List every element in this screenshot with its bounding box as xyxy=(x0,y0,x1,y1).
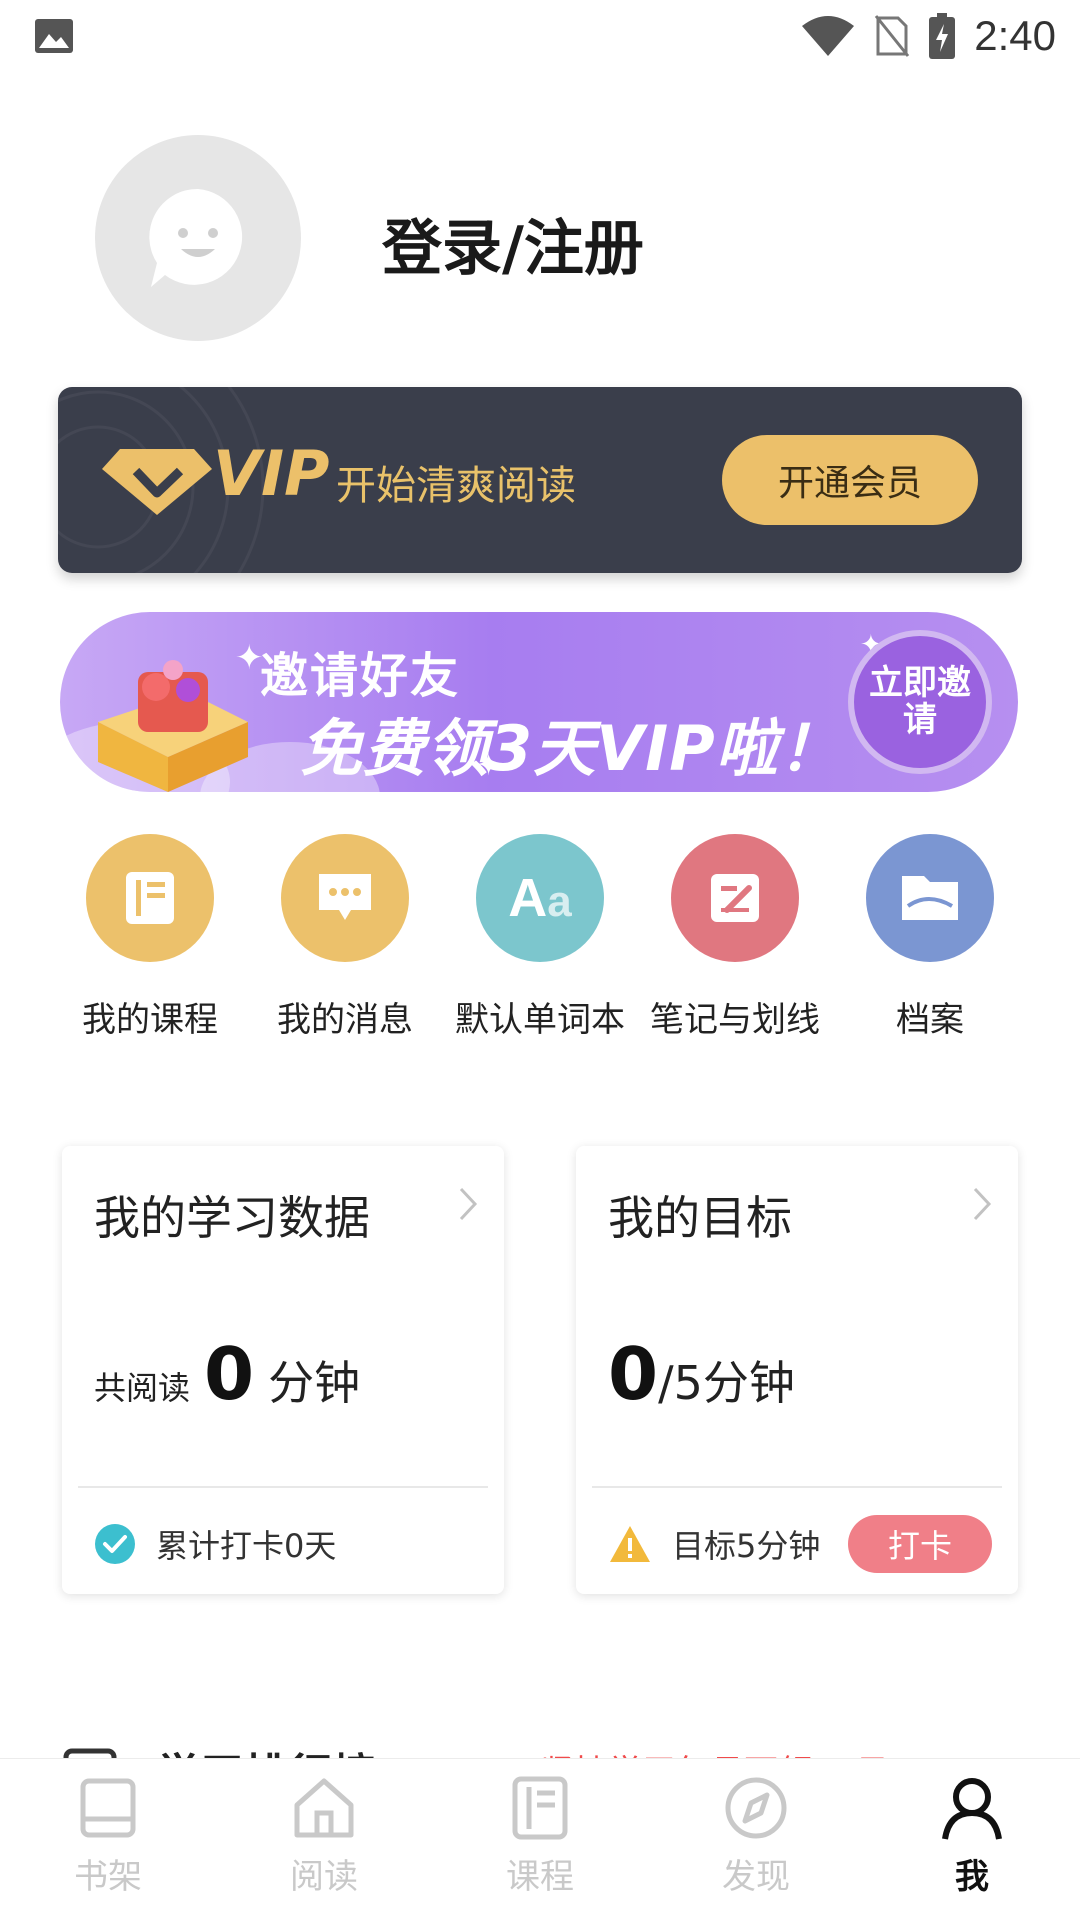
status-time: 2:40 xyxy=(974,12,1056,59)
course-icon xyxy=(86,834,214,962)
nav-label: 我 xyxy=(955,1857,989,1897)
checkin-summary: 累计打卡0天 xyxy=(94,1514,478,1574)
quick-menu: 我的课程 我的消息 Aa 默认单词本 笔记与划线 档案 xyxy=(0,834,1080,1054)
goal-progress: 0 /5分钟 xyxy=(608,1332,795,1416)
check-circle-icon xyxy=(95,1524,135,1564)
chevron-right-icon xyxy=(459,1187,478,1221)
home-icon xyxy=(294,1778,354,1838)
nav-bookshelf[interactable]: 书架 xyxy=(0,1773,216,1898)
open-membership-button[interactable]: 开通会员 xyxy=(722,435,978,525)
nav-label: 阅读 xyxy=(290,1857,358,1897)
wifi-icon xyxy=(802,16,855,56)
quick-label: 我的消息 xyxy=(277,1000,413,1040)
bottom-nav: 书架 阅读 课程 发现 我 xyxy=(0,1758,1080,1920)
quick-item-notes[interactable]: 笔记与划线 xyxy=(637,834,833,1041)
read-minutes-value: 0 xyxy=(204,1332,255,1416)
battery-charging-icon xyxy=(929,13,956,59)
vip-slogan: 开始清爽阅读 xyxy=(336,463,576,509)
study-data-card[interactable]: 我的学习数据 共阅读 0 分钟 累计打卡0天 xyxy=(62,1146,504,1594)
bookshelf-icon xyxy=(80,1778,136,1838)
nav-courses[interactable]: 课程 xyxy=(432,1773,648,1898)
gallery-notification-icon xyxy=(35,19,73,53)
login-register-link[interactable]: 登录/注册 xyxy=(382,200,644,287)
invite-subheadline: 免费领3天VIP啦！ xyxy=(300,712,842,785)
goal-current-value: 0 xyxy=(608,1332,659,1416)
archive-folder-icon xyxy=(866,834,994,962)
quick-item-my-messages[interactable]: 我的消息 xyxy=(247,834,443,1041)
vocabulary-icon: Aa xyxy=(476,834,604,962)
quick-item-vocabulary[interactable]: Aa 默认单词本 xyxy=(442,834,638,1041)
card-title: 我的目标 xyxy=(608,1191,792,1245)
vip-card[interactable]: VIP 开始清爽阅读 开通会员 xyxy=(58,387,1022,573)
quick-label: 笔记与划线 xyxy=(650,1000,820,1040)
quick-label: 默认单词本 xyxy=(455,1000,625,1040)
user-icon xyxy=(942,1778,1002,1840)
nav-discover[interactable]: 发现 xyxy=(648,1773,864,1898)
read-summary: 共阅读 0 分钟 xyxy=(94,1332,360,1416)
quick-item-my-courses[interactable]: 我的课程 xyxy=(52,834,248,1041)
nav-reading[interactable]: 阅读 xyxy=(216,1773,432,1898)
nav-label: 发现 xyxy=(722,1857,790,1897)
divider xyxy=(592,1486,1002,1488)
status-bar: 2:40 xyxy=(0,0,1080,72)
nav-label: 课程 xyxy=(506,1857,574,1897)
quick-label: 我的课程 xyxy=(82,1000,218,1040)
invite-now-button[interactable]: 立即邀请 xyxy=(848,630,992,774)
invite-friends-banner[interactable]: ✦ ✦ ✦ 邀请好友 免费领3天VIP啦！ 立即邀请 xyxy=(60,612,1018,792)
no-sim-icon xyxy=(875,15,910,57)
nav-label: 书架 xyxy=(74,1857,142,1897)
divider xyxy=(78,1486,488,1488)
course-icon xyxy=(512,1776,568,1840)
goal-minutes-text: 目标5分钟 xyxy=(672,1527,821,1565)
goal-footer: 目标5分钟 打卡 xyxy=(608,1514,992,1574)
goal-card[interactable]: 我的目标 0 /5分钟 目标5分钟 打卡 xyxy=(576,1146,1018,1594)
vip-logo-text: VIP xyxy=(213,437,330,510)
checkin-days-text: 累计打卡0天 xyxy=(156,1527,337,1565)
read-prefix: 共阅读 xyxy=(94,1369,191,1407)
quick-label: 档案 xyxy=(896,1000,964,1040)
message-icon xyxy=(281,834,409,962)
nav-me[interactable]: 我 xyxy=(864,1773,1080,1898)
compass-icon xyxy=(725,1777,787,1839)
checkin-button[interactable]: 打卡 xyxy=(848,1515,992,1573)
avatar[interactable] xyxy=(95,135,301,341)
quick-item-archive[interactable]: 档案 xyxy=(832,834,1028,1041)
read-unit: 分钟 xyxy=(268,1356,361,1410)
notes-icon xyxy=(671,834,799,962)
goal-target-text: /5分钟 xyxy=(658,1356,795,1410)
avatar-face-icon xyxy=(149,188,243,287)
chevron-right-icon xyxy=(973,1187,992,1221)
card-title: 我的学习数据 xyxy=(94,1191,370,1245)
invite-headline: 邀请好友 xyxy=(260,648,461,704)
warning-icon xyxy=(610,1526,650,1562)
